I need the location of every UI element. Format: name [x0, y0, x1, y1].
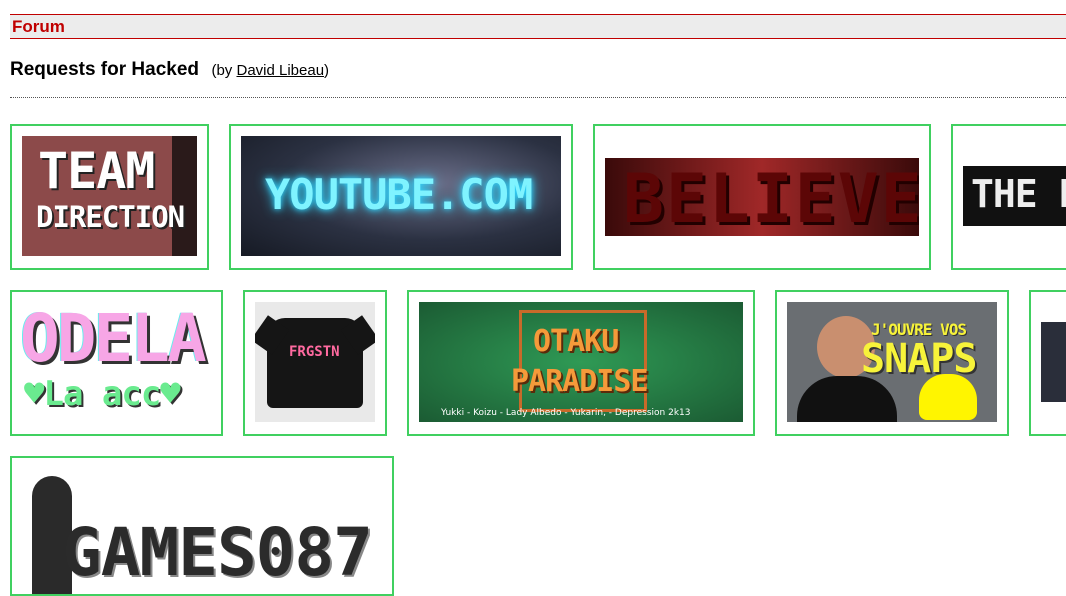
thumbnail-text: FRGSTN	[289, 344, 340, 360]
dotted-divider	[10, 97, 1066, 98]
thumbnail-text-line2: DIRECTION	[36, 200, 185, 234]
thumbnail-image: ODELA ♥La acc♥	[22, 302, 211, 422]
thumbnail-image: GAMES087	[22, 468, 386, 594]
thumbnail-card-partial[interactable]	[1029, 290, 1066, 436]
thumbnail-image: FRGSTN	[255, 302, 375, 422]
thumbnail-text-line1: TEAM	[38, 142, 155, 200]
thumbnail-image: BELIEVE	[605, 158, 919, 236]
snapchat-ghost-icon	[919, 374, 977, 420]
author-link[interactable]: David Libeau	[236, 62, 324, 79]
thumbnail-text-line1: OTAKU	[533, 324, 619, 359]
thumbnail-image	[1041, 322, 1066, 402]
thumbnail-image: OTAKU PARADISE Yukki - Koizu - Lady Albe…	[419, 302, 743, 422]
forum-section-label[interactable]: Forum	[12, 17, 65, 37]
thumbnail-text: YOUTUBE.COM	[265, 170, 533, 219]
thumbnail-card-otaku-paradise[interactable]: OTAKU PARADISE Yukki - Koizu - Lady Albe…	[407, 290, 755, 436]
thumbnail-text: GAMES087	[62, 514, 373, 591]
thumbnail-card-odela[interactable]: ODELA ♥La acc♥	[10, 290, 223, 436]
thumbnail-card-snaps[interactable]: J'OUVRE VOS SNAPS	[775, 290, 1009, 436]
thumbnail-card-frgstn[interactable]: FRGSTN	[243, 290, 387, 436]
forum-header-bar: Forum	[10, 14, 1066, 39]
page-title-row: Requests for Hacked (by David Libeau)	[10, 59, 329, 81]
thumbnail-image: YOUTUBE.COM	[241, 136, 561, 256]
thumbnail-text-line2: ♥La acc♥	[24, 374, 181, 414]
thumbnail-text-line2: PARADISE	[511, 364, 648, 399]
thumbnail-card-believe[interactable]: BELIEVE	[593, 124, 931, 270]
page-title: Requests for Hacked	[10, 59, 200, 80]
thumbnail-image: J'OUVRE VOS SNAPS	[787, 302, 997, 422]
thumbnail-text: BELIEVE	[623, 160, 919, 236]
byline-prefix: (by	[211, 62, 237, 79]
thumbnail-card-games087[interactable]: GAMES087	[10, 456, 394, 596]
byline: (by David Libeau)	[211, 62, 329, 79]
thumbnail-card-youtube[interactable]: YOUTUBE.COM	[229, 124, 573, 270]
thumbnail-text-line1: ODELA	[22, 302, 207, 377]
thumbnail-image: THE P	[963, 166, 1066, 226]
thumbnail-text: THE P	[971, 172, 1066, 216]
thumbnail-card-the-p[interactable]: THE P	[951, 124, 1066, 270]
byline-suffix: )	[324, 62, 330, 79]
thumbnail-image: TEAM DIRECTION	[22, 136, 197, 256]
thumbnail-card-team-direction[interactable]: TEAM DIRECTION	[10, 124, 209, 270]
thumbnail-footer-text: Yukki - Koizu - Lady Albedo - Yukarin, -…	[441, 408, 691, 418]
